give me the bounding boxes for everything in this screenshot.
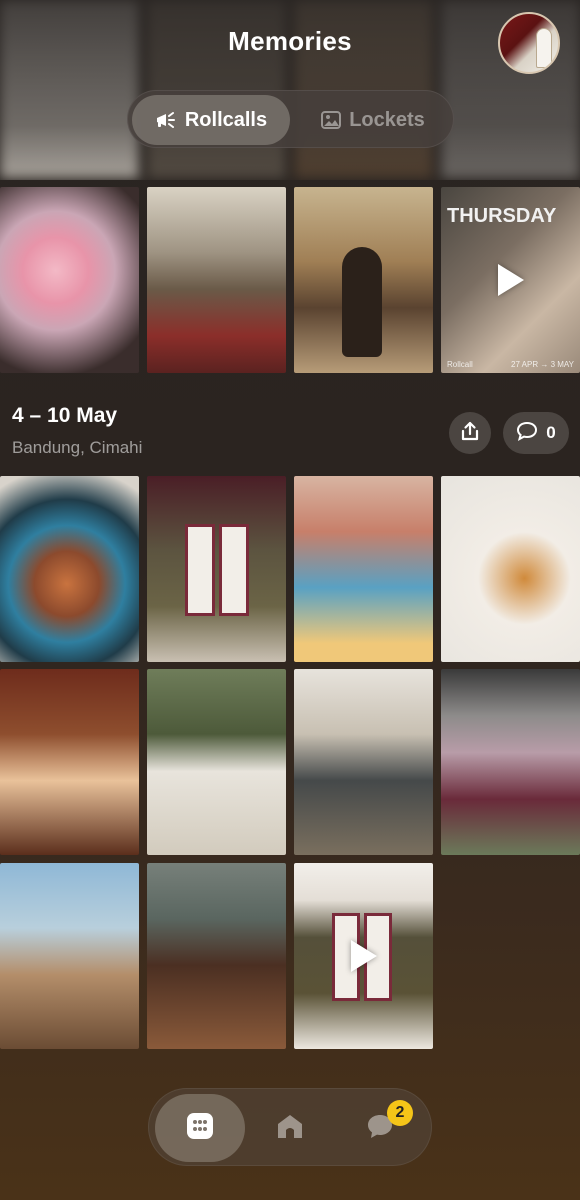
rollcalls-label: Rollcalls [184,108,268,131]
photo-thumbnail-room[interactable] [147,187,286,373]
photo-thumbnail-portrait[interactable] [294,187,433,373]
photo-thumbnail-building[interactable] [294,669,433,855]
lockets-label: Lockets [349,108,425,131]
image-icon [321,111,342,129]
rollcall-video-thumbnail[interactable]: THURSDAY Rollcall 27 APR → 3 MAY [441,187,580,373]
date-tag: 27 APR → 3 MAY [511,360,574,369]
photo-thumbnail-sushi[interactable] [0,669,139,855]
comment-icon [516,421,538,446]
rollcalls-tab[interactable]: Rollcalls [132,95,290,145]
comment-count: 0 [546,423,556,442]
play-icon [497,264,524,296]
comments-button[interactable]: 0 [503,412,569,454]
tab-calendar[interactable] [155,1094,245,1162]
share-button[interactable] [449,412,491,454]
megaphone-icon [155,111,177,129]
tab-chat[interactable]: 2 [335,1094,425,1162]
week-title: 4 – 10 May [12,404,118,427]
lockets-tab[interactable]: Lockets [298,95,448,145]
view-switcher: Rollcalls Lockets [127,90,454,148]
photo-thumbnail-meal[interactable] [441,476,580,662]
bottom-tab-bar: 2 [148,1088,432,1166]
home-icon [275,1112,305,1145]
week-header: 4 – 10 May Bandung, Cimahi [12,404,142,458]
photo-thumbnail-drinks[interactable] [147,863,286,1049]
photo-thumbnail-photostrip[interactable] [147,476,286,662]
calendar-icon [186,1112,214,1145]
video-overlay-text: THURSDAY [447,205,557,227]
share-icon [459,420,481,447]
week-location: Bandung, Cimahi [12,438,143,457]
photo-thumbnail-wedding[interactable] [441,669,580,855]
rollcall-tag: Rollcall [447,360,473,369]
tab-home[interactable] [245,1094,335,1162]
photo-thumbnail-food[interactable] [0,476,139,662]
photo-thumbnail-friends[interactable] [294,476,433,662]
photo-thumbnail-flowers[interactable] [0,187,139,373]
photo-thumbnail-soup[interactable] [147,669,286,855]
rollcall-video-thumbnail[interactable] [294,863,433,1049]
play-icon [350,940,377,972]
chat-badge: 2 [387,1100,413,1126]
page-title: Memories [228,26,352,56]
avatar[interactable] [498,12,560,74]
photo-thumbnail-outdoor[interactable] [0,863,139,1049]
